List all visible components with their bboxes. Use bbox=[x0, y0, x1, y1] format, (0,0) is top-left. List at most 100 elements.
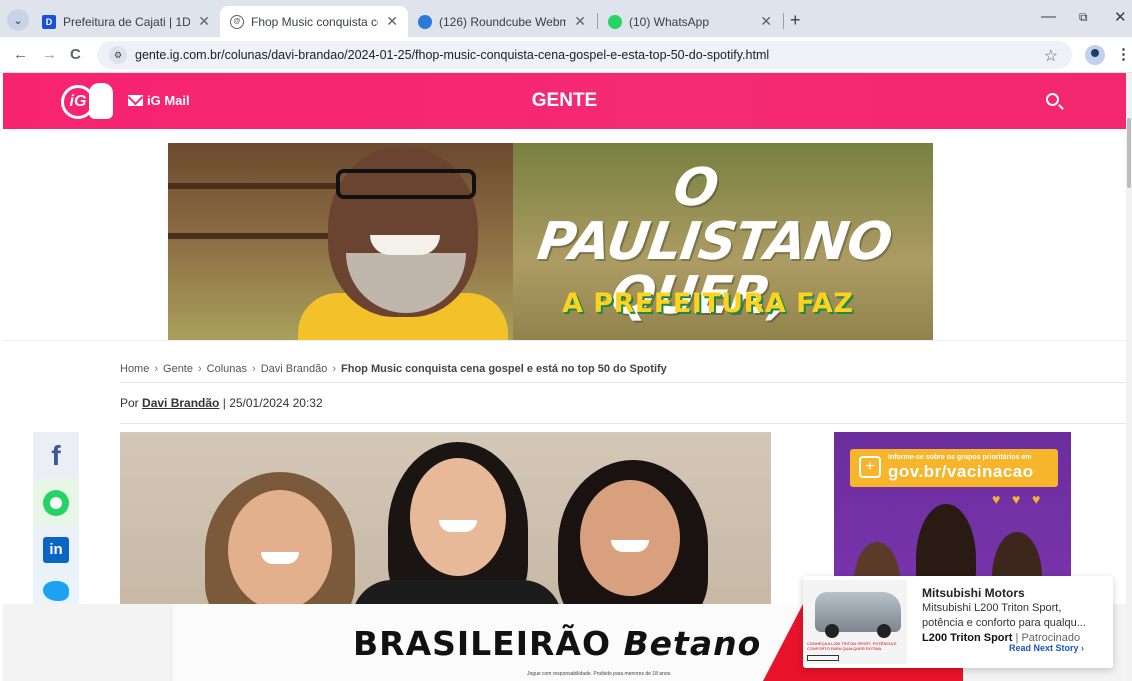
wheel-icon bbox=[877, 624, 891, 638]
restore-button[interactable]: ⧉ bbox=[1079, 10, 1088, 25]
woman-left-face bbox=[228, 490, 332, 607]
scrollbar-thumb[interactable] bbox=[1127, 118, 1131, 188]
divider bbox=[120, 423, 1126, 424]
close-icon[interactable]: ✕ bbox=[386, 13, 398, 30]
1doc-favicon-icon: D bbox=[42, 14, 56, 29]
tab-title: (10) WhatsApp bbox=[629, 14, 710, 29]
chevron-right-icon: › bbox=[252, 363, 256, 375]
breadcrumb-colunas[interactable]: Colunas bbox=[207, 363, 247, 375]
read-next-cta-label: Read Next Story bbox=[1009, 643, 1079, 653]
address-bar[interactable]: ⚙ gente.ig.com.br/colunas/davi-brandao/2… bbox=[97, 41, 1072, 69]
woman-right-smile bbox=[611, 540, 649, 552]
url-text: gente.ig.com.br/colunas/davi-brandao/202… bbox=[135, 48, 770, 62]
tab-roundcube[interactable]: (126) Roundcube Webmail :: Ca ✕ bbox=[408, 6, 596, 37]
ad-brand-main: BRASILEIRÃO bbox=[353, 624, 612, 663]
author-link[interactable]: Davi Brandão bbox=[142, 396, 219, 410]
banner-person-smile bbox=[370, 235, 440, 255]
tab-title: Prefeitura de Cajati | 1Doc bbox=[63, 14, 191, 29]
article-main-image[interactable] bbox=[120, 432, 771, 607]
read-next-card[interactable]: CONHEÇA A L200 TRITON SPORT, POTÊNCIA E … bbox=[803, 576, 1113, 668]
read-next-thumbnail: CONHEÇA A L200 TRITON SPORT, POTÊNCIA E … bbox=[803, 580, 907, 664]
chevron-right-icon: › bbox=[197, 363, 202, 375]
divider bbox=[3, 340, 1126, 341]
read-next-desc-text: Mitsubishi L200 Triton Sport, potência e… bbox=[922, 602, 1086, 629]
chevron-right-icon: › bbox=[154, 363, 159, 375]
ad-fine-print: Jogue com responsabilidade. Proibido par… bbox=[527, 671, 672, 677]
breadcrumb-current: Fhop Music conquista cena gospel e está … bbox=[341, 363, 667, 375]
linkedin-icon: in bbox=[43, 536, 69, 563]
thumb-caption: CONHEÇA A L200 TRITON SPORT, POTÊNCIA E … bbox=[807, 641, 897, 651]
close-icon[interactable]: ✕ bbox=[574, 13, 586, 30]
read-next-story-link[interactable]: Read Next Story › bbox=[1009, 643, 1084, 653]
heart-icon: ♥ bbox=[1032, 491, 1041, 507]
ad-sponsor-name: Betano bbox=[623, 624, 762, 663]
whatsapp-icon bbox=[43, 489, 69, 516]
close-icon[interactable]: ✕ bbox=[760, 13, 772, 30]
byline-prefix: Por bbox=[120, 396, 139, 410]
tab-whatsapp[interactable]: (10) WhatsApp ✕ bbox=[598, 6, 782, 37]
prefeitura-banner-ad[interactable]: O PAULISTANO QUER, A PREFEITURA FAZ bbox=[168, 143, 933, 340]
section-title[interactable]: GENTE bbox=[3, 90, 1126, 112]
ad-small-text: Informe-se sobre os grupos prioritários … bbox=[888, 454, 1032, 461]
read-next-title: Mitsubishi Motors bbox=[922, 586, 1025, 600]
browser-toolbar: ← → C ⚙ gente.ig.com.br/colunas/davi-bra… bbox=[0, 37, 1132, 73]
byline-separator: | bbox=[222, 396, 226, 410]
whatsapp-favicon-icon bbox=[608, 14, 622, 29]
tab-title: (126) Roundcube Webmail :: Ca bbox=[439, 14, 567, 29]
minimize-button[interactable]: — bbox=[1041, 8, 1056, 25]
read-next-description: Mitsubishi L200 Triton Sport, potência e… bbox=[922, 601, 1102, 646]
new-tab-button[interactable]: + bbox=[790, 10, 801, 31]
heart-icon: ♥ bbox=[1012, 491, 1021, 507]
forward-button[interactable]: → bbox=[42, 46, 57, 63]
breadcrumb-author[interactable]: Davi Brandão bbox=[261, 363, 328, 375]
search-icon[interactable] bbox=[1046, 93, 1059, 106]
tab-title: Fhop Music conquista cena gos bbox=[251, 14, 378, 29]
close-window-button[interactable]: ✕ bbox=[1114, 8, 1127, 26]
woman-right-face bbox=[580, 480, 680, 596]
ig-favicon-icon: @ bbox=[230, 14, 244, 29]
browser-tab-strip: ⌄ D Prefeitura de Cajati | 1Doc ✕ @ Fhop… bbox=[0, 0, 1132, 37]
roundcube-favicon-icon bbox=[418, 14, 432, 29]
banner-headline-line1: O PAULISTANO bbox=[533, 158, 896, 272]
ad-big-text: gov.br/vacinacao bbox=[888, 462, 1034, 481]
divider bbox=[120, 382, 1126, 383]
share-bar: f in bbox=[33, 432, 79, 607]
chevron-right-icon: › bbox=[332, 363, 337, 375]
read-next-sponsor-product: L200 Triton Sport bbox=[922, 632, 1013, 644]
profile-avatar[interactable] bbox=[1085, 45, 1105, 65]
health-plus-icon: + bbox=[859, 456, 881, 478]
woman-center-jacket bbox=[352, 580, 562, 607]
breadcrumb-gente[interactable]: Gente bbox=[163, 363, 193, 375]
browser-menu-button[interactable]: ⋮ bbox=[1116, 45, 1131, 63]
twitter-icon bbox=[43, 581, 69, 601]
tab-fhop-music[interactable]: @ Fhop Music conquista cena gos ✕ bbox=[220, 6, 408, 37]
tab-prefeitura[interactable]: D Prefeitura de Cajati | 1Doc ✕ bbox=[32, 6, 220, 37]
breadcrumb: Home › Gente › Colunas › Davi Brandão › Fhop Mus… bbox=[120, 363, 667, 375]
article-byline: Por Davi Brandão | 25/01/2024 20:32 bbox=[120, 396, 323, 410]
close-icon[interactable]: ✕ bbox=[198, 13, 210, 30]
share-facebook-button[interactable]: f bbox=[33, 432, 79, 479]
banner-subline: A PREFEITURA FAZ bbox=[562, 288, 854, 319]
heart-icon: ♥ bbox=[992, 491, 1001, 507]
banner-person-glasses bbox=[336, 169, 476, 199]
publish-datetime: 25/01/2024 20:32 bbox=[229, 396, 323, 410]
tab-separator bbox=[783, 13, 784, 29]
woman-left-smile bbox=[261, 552, 299, 564]
site-info-icon[interactable]: ⚙ bbox=[109, 46, 127, 64]
share-whatsapp-button[interactable] bbox=[33, 479, 79, 526]
woman-center-face bbox=[410, 458, 506, 576]
chevron-right-icon: › bbox=[1081, 643, 1085, 653]
share-twitter-button[interactable] bbox=[33, 573, 79, 607]
breadcrumb-home[interactable]: Home bbox=[120, 363, 149, 375]
reload-button[interactable]: C bbox=[70, 46, 81, 63]
tab-search-button[interactable]: ⌄ bbox=[7, 9, 29, 31]
bookmark-star-icon[interactable]: ☆ bbox=[1044, 46, 1058, 66]
woman-center-smile bbox=[439, 520, 477, 532]
ad-brand-text: BRASILEIRÃO Betano bbox=[353, 624, 761, 663]
share-linkedin-button[interactable]: in bbox=[33, 526, 79, 573]
facebook-icon: f bbox=[51, 439, 61, 471]
thumb-button bbox=[807, 655, 839, 661]
site-header: iG iG Mail GENTE bbox=[3, 73, 1126, 129]
wheel-icon bbox=[825, 624, 839, 638]
back-button[interactable]: ← bbox=[13, 46, 28, 63]
